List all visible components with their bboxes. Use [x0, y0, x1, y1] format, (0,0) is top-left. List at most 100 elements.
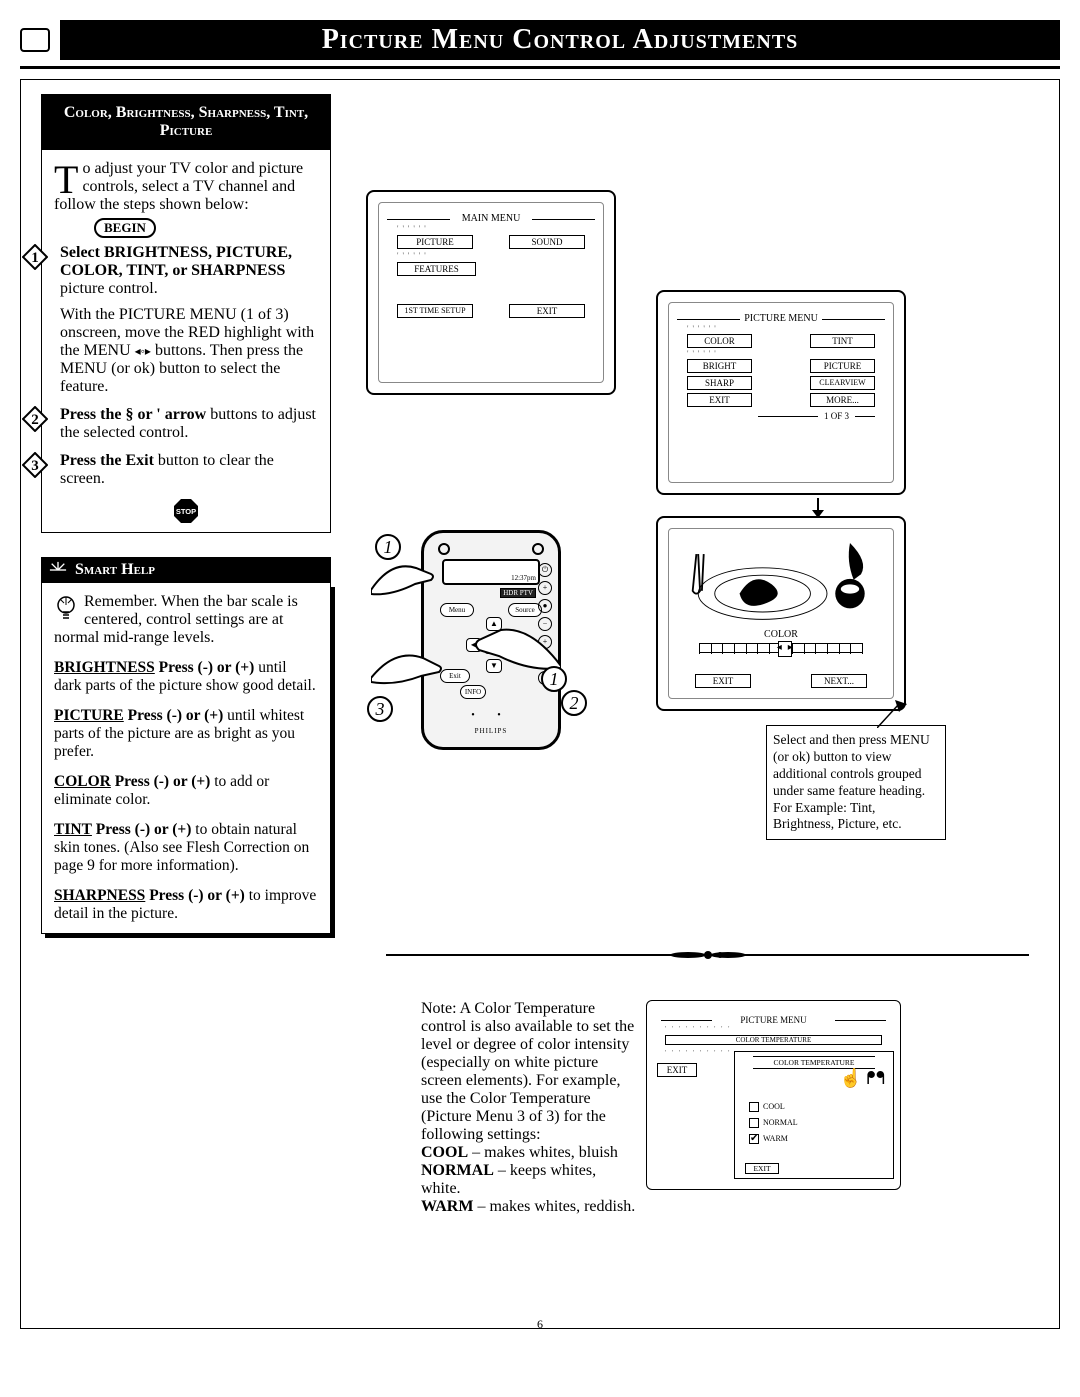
remote-up: ▲ — [486, 617, 502, 631]
ct-normal: NORMAL — [421, 1162, 494, 1179]
remote-down: ▼ — [486, 659, 502, 673]
remote-dots: • • — [424, 710, 558, 721]
ct-inset-exit: EXIT — [745, 1163, 779, 1174]
color-exit: EXIT — [695, 674, 751, 688]
smart-help-remember: Remember. When the bar scale is centered… — [54, 593, 298, 646]
slider-knob — [778, 641, 792, 657]
checkbox-normal — [749, 1118, 759, 1128]
help-label: TINT — [54, 821, 92, 838]
tip-box: Select and then press MENU (or ok) butto… — [766, 725, 946, 840]
side-btn: ⏻ — [538, 563, 552, 577]
step-2-badge: 2 — [22, 406, 48, 432]
pm-sharp: SHARP — [687, 376, 752, 390]
ct-exit: EXIT — [657, 1063, 697, 1077]
smart-help-header: Smart Help — [41, 557, 331, 583]
stop-badge: STOP — [54, 498, 318, 524]
spindle-icon — [668, 949, 748, 961]
help-item: COLOR Press (-) or (+) to add or elimina… — [54, 773, 318, 809]
tip-pointer-icon — [877, 700, 907, 728]
color-slider — [699, 643, 863, 653]
dropcap: T — [54, 164, 78, 196]
remote-lcd: 12:37pm — [442, 559, 540, 585]
remote-right: ▶ — [506, 638, 522, 652]
remote-btn-top-left — [438, 543, 450, 555]
tv-picture-menu: PICTURE MENU ' ' ' ' ' ' COLORTINT ' ' '… — [656, 290, 906, 495]
ct-cool-desc: – makes whites, bluish — [468, 1144, 618, 1161]
help-label: PICTURE — [54, 707, 124, 724]
svg-text:STOP: STOP — [176, 507, 196, 516]
mm-picture: PICTURE — [397, 235, 473, 249]
svg-text:3: 3 — [31, 458, 39, 474]
intro-text: o adjust your TV color and picture contr… — [54, 160, 303, 213]
plate-graphic — [689, 543, 873, 626]
remote-left: ◀ — [466, 638, 482, 652]
pm-exit: EXIT — [687, 393, 752, 407]
ct-note-text: Note: A Color Temperature control is als… — [421, 1000, 634, 1143]
opt-warm: WARM — [763, 1134, 788, 1143]
help-item: BRIGHTNESS Press (-) or (+) until dark p… — [54, 659, 318, 695]
step-1-bold: Select BRIGHTNESS, PICTURE, COLOR, TINT,… — [60, 244, 292, 279]
help-label: SHARPNESS — [54, 887, 145, 904]
step-1: 1 Select BRIGHTNESS, PICTURE, COLOR, TIN… — [54, 244, 318, 396]
remote-info-btn: INFO — [460, 685, 486, 699]
lamp-icon: ☝ ᖰᖳ — [840, 1068, 885, 1089]
help-action: Press (-) or (+) — [115, 773, 211, 790]
pm-clearview: CLEARVIEW — [810, 376, 875, 390]
pm-footer: 1 OF 3 — [669, 411, 875, 421]
checkbox-cool — [749, 1102, 759, 1112]
page-title-bar: Picture Menu Control Adjustments — [20, 20, 1060, 60]
opt-normal: NORMAL — [763, 1118, 798, 1127]
side-btn: ● — [538, 653, 552, 667]
mm-features: FEATURES — [397, 262, 476, 276]
content-frame: Color, Brightness, Sharpness, Tint, Pict… — [20, 79, 1060, 1329]
mm-exit: EXIT — [509, 304, 585, 318]
main-menu-title: MAIN MENU — [379, 213, 603, 224]
tv-icon — [20, 28, 50, 52]
smart-help-body: Remember. When the bar scale is centered… — [41, 583, 331, 934]
section-divider — [386, 950, 1029, 960]
help-item: SHARPNESS Press (-) or (+) to improve de… — [54, 887, 318, 923]
help-item: TINT Press (-) or (+) to obtain natural … — [54, 821, 318, 875]
help-action: Press (-) or (+) — [149, 887, 245, 904]
callout-1: 1 — [375, 534, 401, 560]
ticks: ' ' ' ' ' ' — [397, 251, 585, 260]
pm-bright: BRIGHT — [687, 359, 752, 373]
color-temp-note: PICTURE MENU ' ' ' ' ' ' ' ' ' ' COLOR T… — [421, 1000, 901, 1216]
bulb-icon — [54, 595, 78, 625]
remote-time: 12:37pm — [511, 574, 536, 582]
color-temp-inset: COLOR TEMPERATURE ☝ ᖰᖳ COOL NORMAL WARM … — [734, 1051, 894, 1179]
help-item: PICTURE Press (-) or (+) until whitest p… — [54, 707, 318, 761]
pm-tint: TINT — [810, 334, 875, 348]
title-underline — [20, 66, 1060, 69]
color-next: NEXT... — [811, 674, 867, 688]
tv-main-menu: MAIN MENU ' ' ' ' ' ' PICTURE SOUND ' ' … — [366, 190, 616, 395]
menu-nav-icon: ◂◦▸ — [135, 344, 151, 358]
step-2-bold: Press the § or ' arrow — [60, 406, 206, 423]
pm-picture: PICTURE — [810, 359, 875, 373]
callout-2: 2 — [561, 690, 587, 716]
help-action: Press (-) or (+) — [159, 659, 255, 676]
ct-slider: COLOR TEMPERATURE — [665, 1035, 882, 1045]
check-icon: ✔ — [750, 1133, 758, 1144]
help-action: Press (-) or (+) — [96, 821, 192, 838]
color-temp-tv: PICTURE MENU ' ' ' ' ' ' ' ' ' ' COLOR T… — [646, 1000, 901, 1190]
remote-nav: ▲ ▼ ◀ ▶ ok — [468, 619, 520, 671]
smart-help-title: Smart Help — [75, 561, 155, 579]
page-number: 6 — [21, 1317, 1059, 1332]
ct-menu-title: PICTURE MENU — [657, 1015, 890, 1025]
step-2: 2 Press the § or ' arrow buttons to adju… — [54, 406, 318, 442]
mm-sound: SOUND — [509, 235, 585, 249]
remote-hdr: HDR PTV — [500, 588, 536, 598]
ticks: ' ' ' ' ' ' — [687, 324, 875, 333]
intro-box: T o adjust your TV color and picture con… — [41, 150, 331, 533]
step-1-badge: 1 — [22, 244, 48, 270]
side-btn: − — [538, 617, 552, 631]
topics-header: Color, Brightness, Sharpness, Tint, Pict… — [41, 94, 331, 150]
step-3-bold: Press the Exit — [60, 452, 154, 469]
color-label: COLOR — [669, 629, 893, 640]
pm-more: MORE... — [810, 393, 875, 407]
callout-3: 3 — [367, 696, 393, 722]
left-column: Color, Brightness, Sharpness, Tint, Pict… — [41, 94, 331, 934]
help-action: Press (-) or (+) — [128, 707, 224, 724]
ticks: ' ' ' ' ' ' — [687, 349, 875, 358]
